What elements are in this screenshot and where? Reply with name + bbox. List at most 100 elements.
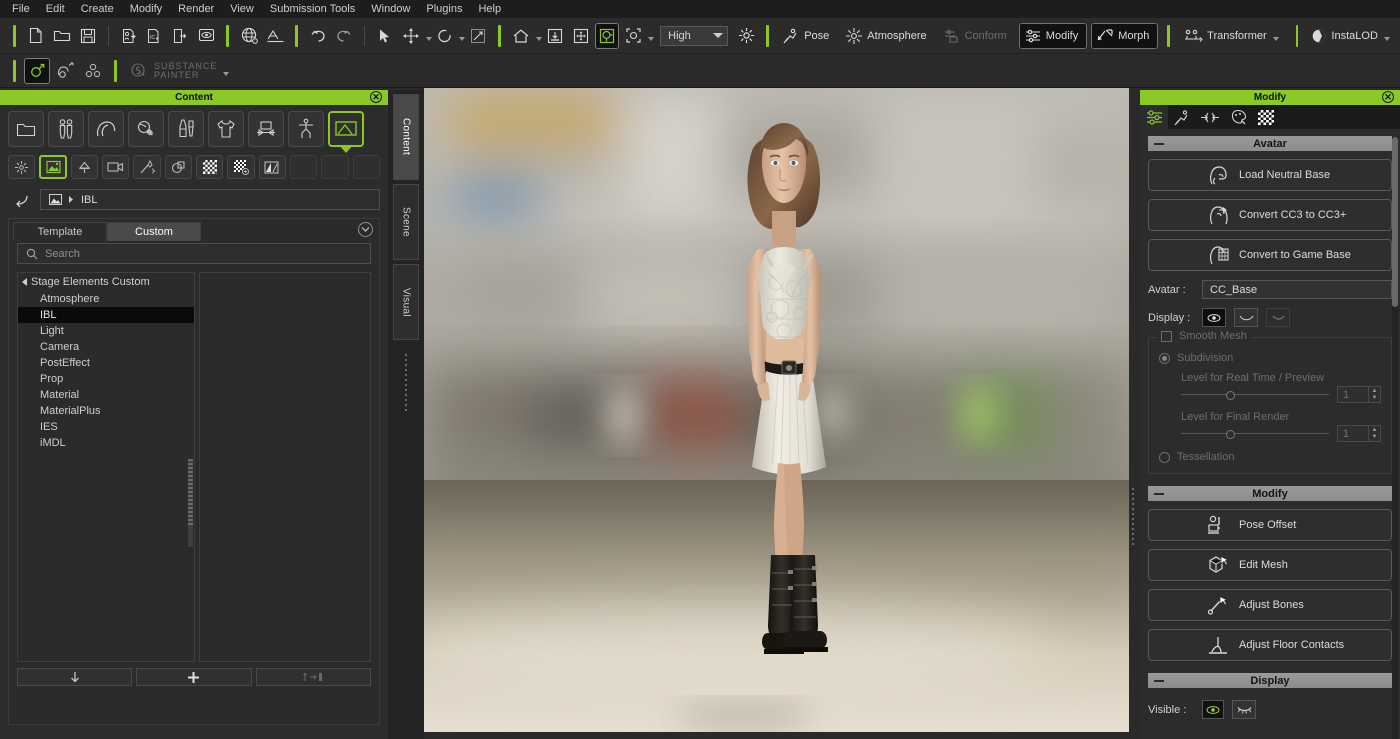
- tree-item-ies[interactable]: IES: [18, 419, 194, 435]
- sidebar-tab-visual[interactable]: Visual: [393, 264, 419, 340]
- content-thumbnail-grid[interactable]: [199, 272, 371, 662]
- conform-button[interactable]: Conform: [939, 23, 1015, 49]
- tab-pose[interactable]: [1168, 105, 1196, 129]
- cosmetic-icon[interactable]: [168, 111, 204, 147]
- morph-button[interactable]: Morph: [1091, 23, 1158, 49]
- rotate-icon[interactable]: [433, 23, 457, 49]
- adjust-bones-button[interactable]: Adjust Bones: [1148, 589, 1392, 621]
- bounding-dropdown-caret-icon[interactable]: [648, 37, 654, 41]
- realtime-level-slider[interactable]: [1181, 389, 1329, 401]
- smooth-mesh-checkbox[interactable]: [1161, 331, 1172, 342]
- makeup-icon[interactable]: [128, 111, 164, 147]
- display-closed-eye-toggle[interactable]: [1266, 308, 1290, 327]
- stepper-arrows[interactable]: ▲▼: [1368, 387, 1380, 402]
- tab-material[interactable]: [1224, 105, 1252, 129]
- atmosphere-button[interactable]: Atmosphere: [841, 23, 934, 49]
- viewport-splitter[interactable]: [1129, 88, 1140, 739]
- pose-icon[interactable]: [288, 111, 324, 147]
- avatar-name-field[interactable]: CC_Base: [1202, 280, 1392, 299]
- scale-icon[interactable]: [466, 23, 490, 49]
- menu-item-submission-tools[interactable]: Submission Tools: [262, 1, 363, 17]
- rotate-dropdown-caret-icon[interactable]: [459, 37, 465, 41]
- import-icon[interactable]: [117, 23, 141, 49]
- menu-item-edit[interactable]: Edit: [38, 1, 73, 17]
- materialplus-icon[interactable]: [227, 155, 254, 179]
- breadcrumb[interactable]: IBL: [40, 189, 380, 210]
- stepper-up-icon[interactable]: ▲: [1369, 387, 1380, 395]
- 3d-viewport[interactable]: [424, 88, 1129, 732]
- postfx-icon[interactable]: [165, 155, 192, 179]
- tessellation-radio[interactable]: [1159, 452, 1170, 463]
- splitter-dots[interactable]: [403, 354, 409, 411]
- stepper-down-icon[interactable]: ▼: [1369, 434, 1380, 442]
- avatar-icon[interactable]: [48, 111, 84, 147]
- tree-scrollbar[interactable]: [188, 459, 193, 547]
- undo-icon[interactable]: [306, 23, 330, 49]
- accessory-icon[interactable]: [248, 111, 284, 147]
- tree-item-posteffect[interactable]: PostEffect: [18, 355, 194, 371]
- tab-custom[interactable]: Custom: [107, 222, 201, 241]
- close-icon[interactable]: ✕: [1382, 91, 1394, 103]
- substance-caret-icon[interactable]: [223, 72, 229, 76]
- tree-item-ibl[interactable]: IBL: [18, 307, 194, 323]
- load-neutral-base-button[interactable]: Load Neutral Base: [1148, 159, 1392, 191]
- home-icon[interactable]: [509, 23, 533, 49]
- stepper-down-icon[interactable]: ▼: [1369, 395, 1380, 403]
- transformer-button[interactable]: Transformer: [1179, 23, 1287, 49]
- particle-icon[interactable]: [133, 155, 160, 179]
- import-ic-icon[interactable]: IC: [143, 23, 167, 49]
- ibl-image-icon[interactable]: [39, 155, 66, 179]
- folder-icon[interactable]: [8, 111, 44, 147]
- menu-item-create[interactable]: Create: [73, 1, 122, 17]
- realtime-level-stepper[interactable]: 1 ▲▼: [1337, 386, 1381, 403]
- menu-item-render[interactable]: Render: [170, 1, 222, 17]
- tree-item-material[interactable]: Material: [18, 387, 194, 403]
- search-input[interactable]: Search: [17, 243, 371, 264]
- tree-item-camera[interactable]: Camera: [18, 339, 194, 355]
- tree-item-light[interactable]: Light: [18, 323, 194, 339]
- sidebar-tab-scene[interactable]: Scene: [393, 184, 419, 260]
- globe-icon[interactable]: [237, 23, 261, 49]
- substance-painter-icon[interactable]: [125, 58, 151, 84]
- tree-item-atmosphere[interactable]: Atmosphere: [18, 291, 194, 307]
- stepper-up-icon[interactable]: ▲: [1369, 426, 1380, 434]
- menu-item-window[interactable]: Window: [363, 1, 418, 17]
- close-icon[interactable]: ✕: [370, 91, 382, 103]
- curve-icon[interactable]: [259, 155, 286, 179]
- tree-item-materialplus[interactable]: MaterialPlus: [18, 403, 194, 419]
- camera-icon[interactable]: [102, 155, 129, 179]
- home-dropdown-caret-icon[interactable]: [536, 37, 542, 41]
- pose-button[interactable]: Pose: [778, 23, 837, 49]
- modify-scrollbar[interactable]: [1392, 137, 1398, 307]
- edit-mesh-button[interactable]: Edit Mesh: [1148, 549, 1392, 581]
- visible-on-toggle[interactable]: [1202, 700, 1224, 719]
- cloth-icon[interactable]: [208, 111, 244, 147]
- tab-template[interactable]: Template: [13, 222, 107, 241]
- quality-select[interactable]: High: [660, 26, 727, 46]
- tab-texture[interactable]: [1252, 105, 1280, 129]
- select-icon[interactable]: [373, 23, 397, 49]
- chevron-down-icon[interactable]: [358, 222, 373, 237]
- atmosphere-icon[interactable]: [8, 155, 35, 179]
- tree-item-imdl[interactable]: iMDL: [18, 435, 194, 451]
- menu-item-view[interactable]: View: [222, 1, 262, 17]
- mesh-nodes-icon[interactable]: [80, 58, 106, 84]
- tab-attribute[interactable]: [1140, 105, 1168, 129]
- tree-item-prop[interactable]: Prop: [18, 371, 194, 387]
- section-header-avatar[interactable]: Avatar: [1148, 136, 1392, 151]
- menu-item-help[interactable]: Help: [470, 1, 509, 17]
- convert-game-base-button[interactable]: Convert to Game Base: [1148, 239, 1392, 271]
- instalod-button[interactable]: InstaLOD: [1307, 23, 1397, 49]
- align-icon[interactable]: [569, 23, 593, 49]
- redo-icon[interactable]: [332, 23, 356, 49]
- bounding-box-icon[interactable]: [621, 23, 645, 49]
- adjust-floor-contacts-button[interactable]: Adjust Floor Contacts: [1148, 629, 1392, 661]
- pose-offset-button[interactable]: Pose Offset: [1148, 509, 1392, 541]
- light-icon[interactable]: [71, 155, 98, 179]
- headshot-icon[interactable]: [52, 58, 78, 84]
- section-header-modify[interactable]: Modify: [1148, 486, 1392, 501]
- brightness-icon[interactable]: [735, 23, 759, 49]
- terrain-icon[interactable]: [263, 23, 287, 49]
- instalod-caret-icon[interactable]: [1384, 37, 1390, 41]
- section-header-display[interactable]: Display: [1148, 673, 1392, 688]
